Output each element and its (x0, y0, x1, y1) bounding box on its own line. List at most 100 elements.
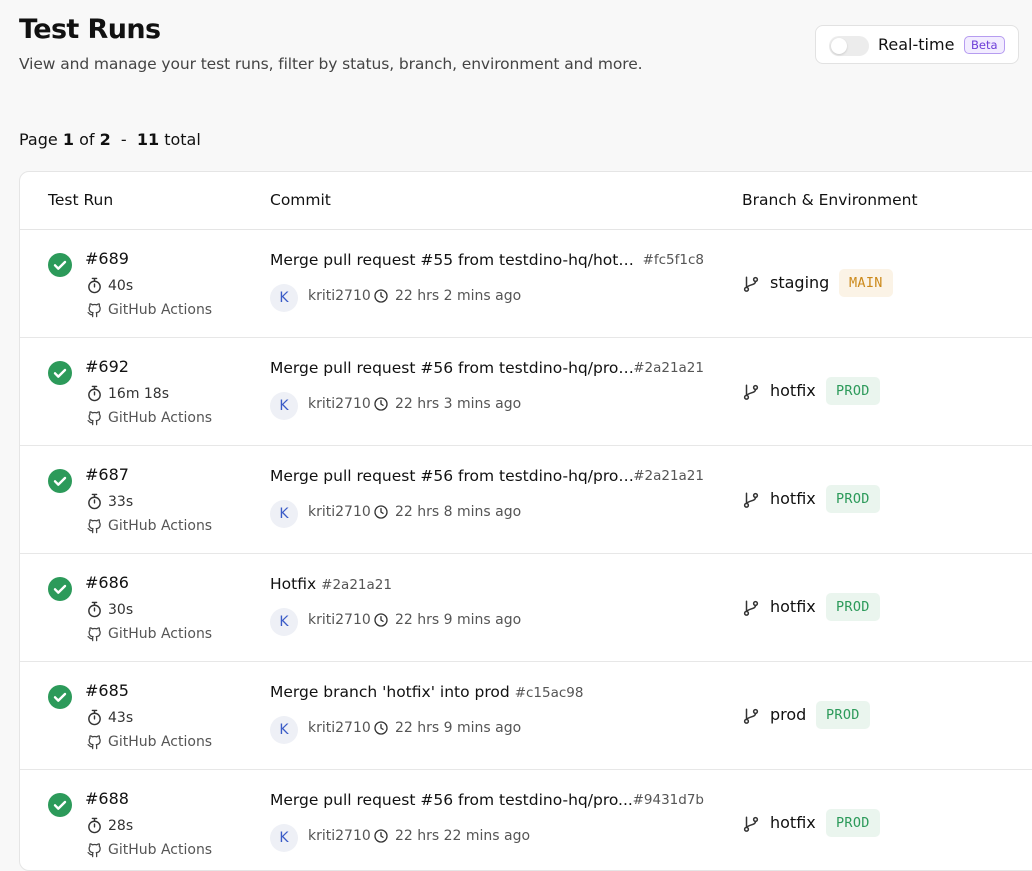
column-header-test-run[interactable]: Test Run (48, 191, 113, 209)
commit-hash[interactable]: #c15ac98 (515, 685, 584, 701)
commit-time: 22 hrs 2 mins ago (373, 288, 521, 304)
pagination-summary: Page 1 of 2 - 11 total (19, 130, 201, 149)
table-body: #689 40s GitHub Actions Merge pull reque… (20, 230, 1032, 870)
run-id[interactable]: #689 (85, 249, 129, 268)
duration-value: 33s (108, 493, 134, 510)
run-id[interactable]: #685 (85, 681, 129, 700)
table-row[interactable]: #685 43s GitHub Actions Merge branch 'ho… (20, 662, 1032, 770)
commit-message-text: Merge pull request #56 from testdino-hq/… (270, 467, 641, 485)
duration: 40s (86, 277, 133, 294)
github-icon (87, 735, 101, 750)
environment-badge: PROD (826, 485, 880, 513)
duration: 28s (86, 817, 133, 834)
environment-badge: PROD (826, 377, 880, 405)
ci-provider: GitHub Actions (86, 841, 212, 858)
table-row[interactable]: #688 28s GitHub Actions Merge pull reque… (20, 770, 1032, 870)
ci-provider: GitHub Actions (86, 733, 212, 750)
commit-author: kriti2710 (308, 720, 371, 736)
branch-name[interactable]: hotfix (770, 813, 816, 832)
github-icon (87, 411, 101, 426)
clock-icon (374, 397, 388, 411)
ci-provider: GitHub Actions (86, 625, 212, 642)
run-id[interactable]: #692 (85, 357, 129, 376)
realtime-toggle[interactable] (829, 36, 869, 56)
ci-label: GitHub Actions (108, 625, 213, 642)
check-circle-icon (48, 793, 72, 817)
commit-hash[interactable]: #9431d7b (633, 792, 704, 808)
environment-badge: PROD (816, 701, 870, 729)
commit-author: kriti2710 (308, 612, 371, 628)
stopwatch-icon (88, 709, 101, 726)
commit-message-text: Merge pull request #56 from testdino-hq/… (270, 791, 633, 809)
avatar: K (270, 500, 298, 528)
toggle-knob (831, 38, 847, 54)
git-branch-icon (743, 384, 759, 400)
ci-label: GitHub Actions (108, 517, 213, 534)
ci-provider: GitHub Actions (86, 409, 212, 426)
commit-hash[interactable]: #2a21a21 (321, 577, 392, 593)
separator: - (120, 130, 127, 149)
beta-badge: Beta (964, 36, 1005, 54)
column-header-branch-environment[interactable]: Branch & Environment (742, 191, 918, 209)
duration-value: 43s (108, 709, 134, 726)
check-circle-icon (48, 253, 72, 277)
github-icon (87, 843, 101, 858)
commit-message-text: Hotfix (270, 575, 317, 593)
commit-message[interactable]: Merge pull request #55 from testdino-hq/… (270, 251, 704, 269)
commit-hash[interactable]: #2a21a21 (633, 360, 704, 376)
of-label: of (79, 130, 95, 149)
realtime-control: Real-time Beta (815, 25, 1019, 64)
stopwatch-icon (88, 493, 101, 510)
page-title: Test Runs (19, 14, 161, 45)
page-label: Page (19, 130, 58, 149)
branch-name[interactable]: staging (770, 273, 829, 292)
commit-time: 22 hrs 9 mins ago (373, 720, 521, 736)
avatar: K (270, 608, 298, 636)
ci-label: GitHub Actions (108, 841, 213, 858)
table-row[interactable]: #692 16m 18s GitHub Actions Merge pull r… (20, 338, 1032, 446)
table-row[interactable]: #686 30s GitHub Actions Hotfix #2a21a21 … (20, 554, 1032, 662)
commit-message[interactable]: Merge pull request #56 from testdino-hq/… (270, 791, 704, 809)
github-icon (87, 627, 101, 642)
run-id[interactable]: #687 (85, 465, 129, 484)
realtime-label: Real-time (878, 35, 955, 54)
duration-value: 40s (108, 277, 134, 294)
commit-author: kriti2710 (308, 288, 371, 304)
clock-icon (374, 289, 388, 303)
ci-label: GitHub Actions (108, 409, 213, 426)
environment-badge: PROD (826, 809, 880, 837)
stopwatch-icon (88, 277, 101, 294)
commit-message[interactable]: Merge branch 'hotfix' into prod #c15ac98 (270, 683, 584, 701)
commit-message[interactable]: Merge pull request #56 from testdino-hq/… (270, 467, 704, 485)
branch-name[interactable]: hotfix (770, 381, 816, 400)
duration: 33s (86, 493, 133, 510)
commit-message[interactable]: Hotfix #2a21a21 (270, 575, 392, 593)
test-runs-table: Test Run Commit Branch & Environment #68… (19, 171, 1032, 871)
run-id[interactable]: #686 (85, 573, 129, 592)
commit-time: 22 hrs 9 mins ago (373, 612, 521, 628)
run-id[interactable]: #688 (85, 789, 129, 808)
commit-hash[interactable]: #fc5f1c8 (643, 252, 704, 268)
stopwatch-icon (88, 385, 101, 402)
github-icon (87, 519, 101, 534)
ci-provider: GitHub Actions (86, 301, 212, 318)
commit-author: kriti2710 (308, 828, 371, 844)
branch-name[interactable]: hotfix (770, 597, 816, 616)
avatar: K (270, 824, 298, 852)
duration: 16m 18s (86, 385, 169, 402)
commit-time-value: 22 hrs 8 mins ago (395, 504, 522, 520)
column-header-commit[interactable]: Commit (270, 191, 331, 209)
ci-label: GitHub Actions (108, 301, 213, 318)
table-row[interactable]: #687 33s GitHub Actions Merge pull reque… (20, 446, 1032, 554)
git-branch-icon (743, 708, 759, 724)
commit-time-value: 22 hrs 22 mins ago (395, 828, 531, 844)
check-circle-icon (48, 361, 72, 385)
duration-value: 28s (108, 817, 134, 834)
branch-name[interactable]: prod (770, 705, 806, 724)
commit-message[interactable]: Merge pull request #56 from testdino-hq/… (270, 359, 704, 377)
git-branch-icon (743, 492, 759, 508)
commit-hash[interactable]: #2a21a21 (633, 468, 704, 484)
table-row[interactable]: #689 40s GitHub Actions Merge pull reque… (20, 230, 1032, 338)
branch-name[interactable]: hotfix (770, 489, 816, 508)
commit-message-text: Merge branch 'hotfix' into prod (270, 683, 510, 701)
